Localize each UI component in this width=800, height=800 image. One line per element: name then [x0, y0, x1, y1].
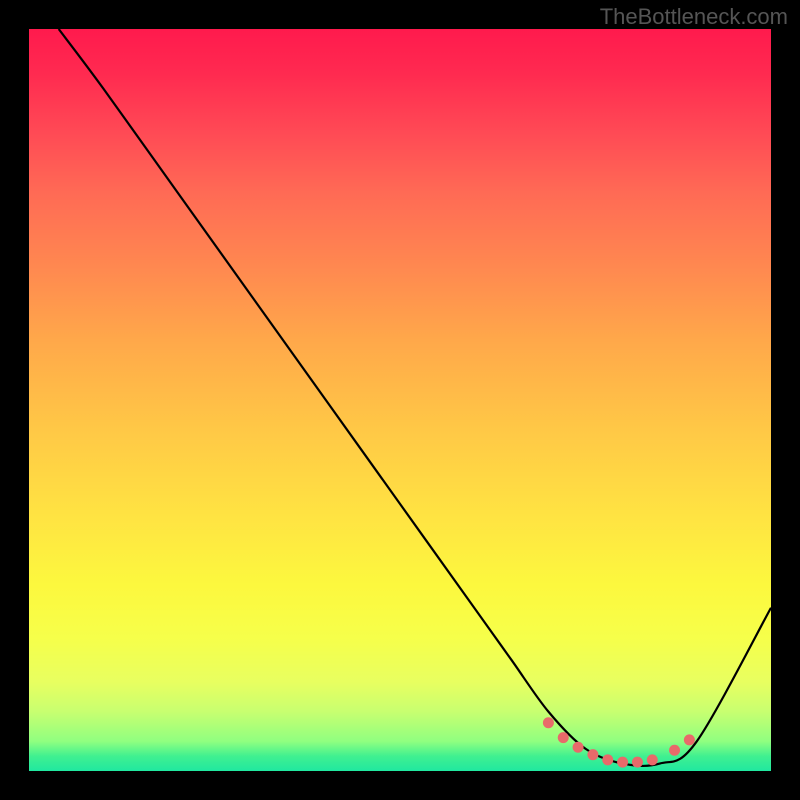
highlight-dot [587, 749, 598, 760]
highlight-dot [602, 754, 613, 765]
highlight-dot [617, 757, 628, 768]
highlight-dot [669, 745, 680, 756]
highlight-dot [647, 754, 658, 765]
highlight-dot [558, 732, 569, 743]
optimal-range-dots [543, 717, 695, 767]
bottleneck-curve-line [59, 29, 771, 766]
highlight-dot [632, 757, 643, 768]
highlight-dot [573, 742, 584, 753]
plot-area [29, 29, 771, 771]
watermark-text: TheBottleneck.com [600, 4, 788, 30]
highlight-dot [684, 734, 695, 745]
chart-svg [29, 29, 771, 771]
highlight-dot [543, 717, 554, 728]
